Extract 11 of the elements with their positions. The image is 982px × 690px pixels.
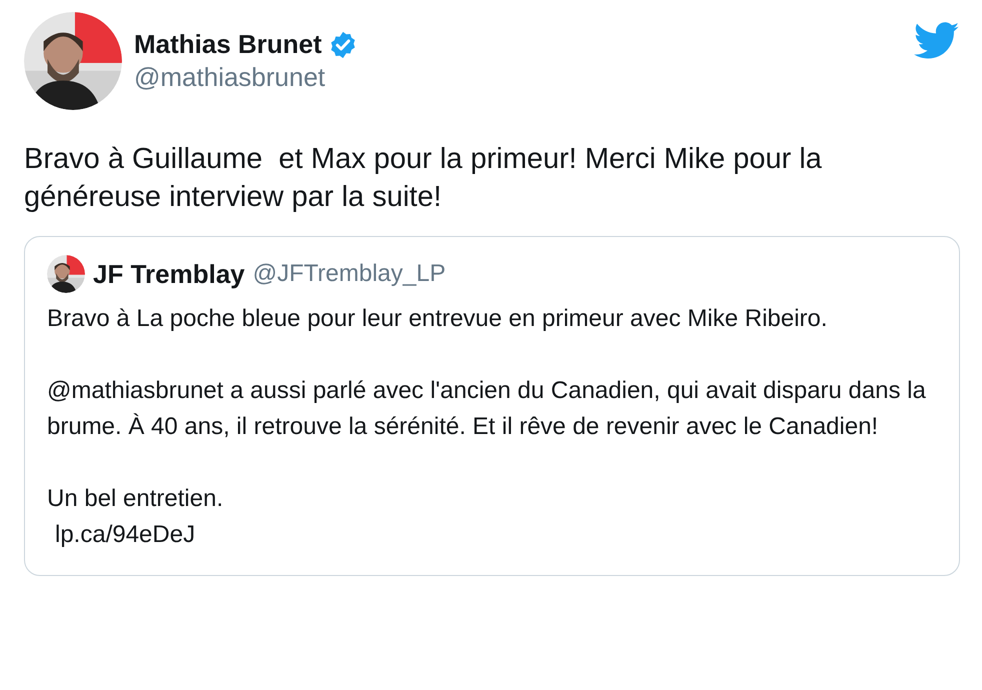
quoted-author-name[interactable]: JF Tremblay	[93, 258, 245, 290]
article-link[interactable]: lp.ca/94eDeJ	[55, 517, 196, 553]
bird-icon[interactable]	[914, 22, 960, 60]
quoted-tweet-text: Bravo à La poche bleue pour leur entrevue en primeur avec Mike Ribeiro.	[47, 304, 828, 334]
author-handle[interactable]: @mathiasbrunet	[134, 62, 902, 93]
quoted-tweet-card[interactable]	[24, 236, 960, 576]
quoted-author-handle[interactable]: @JFTremblay_LP	[252, 260, 446, 288]
quoted-tweet-text: Un bel entretien.	[47, 484, 224, 514]
tweet-text: Bravo à Guillaume et Max pour la primeur! Merci Mike pour la généreuse interview par la suite!	[24, 142, 823, 215]
author-name[interactable]: Mathias Brunet	[134, 29, 322, 60]
quoted-tweet-text: @mathiasbrunet a aussi parlé avec l'ancien du Canadien, qui avait disparu dans la brume. À 40 ans, il retrouve la sérénité. Et il rêve de revenir avec le Canadien!	[47, 376, 927, 442]
